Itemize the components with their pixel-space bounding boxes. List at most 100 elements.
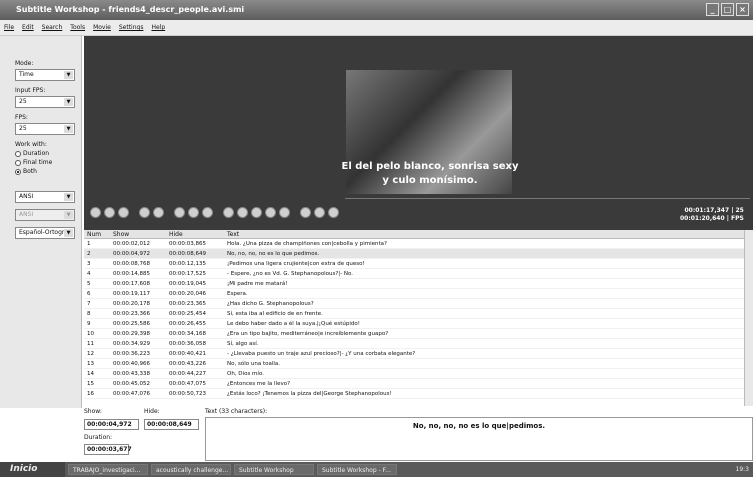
sync-button[interactable]: [279, 207, 290, 218]
play-button[interactable]: [104, 207, 115, 218]
radio-final-time[interactable]: Final time: [15, 159, 81, 166]
table-row[interactable]: 12 00:00:36,223 00:00:40,421 - ¿Llevaba pue…: [84, 349, 744, 359]
set-show-button[interactable]: [223, 207, 234, 218]
table-row[interactable]: 14 00:00:43,338 00:00:44,227 Oh, Dios mío.: [84, 369, 744, 379]
table-row[interactable]: 1 00:00:02,012 00:00:03,865 Hola. ¿Una pizz…: [84, 239, 744, 249]
table-cell: 00:00:20,046: [169, 291, 206, 297]
prev-frame-button[interactable]: [139, 207, 150, 218]
table-cell: 00:00:23,365: [169, 301, 206, 307]
table-row[interactable]: 16 00:00:47,076 00:00:50,723 ¿Estás loco? ¡…: [84, 389, 744, 399]
input-fps-value: 25: [19, 98, 27, 105]
show-time-input[interactable]: 00:00:04,972: [84, 419, 139, 430]
table-cell: 7: [87, 301, 91, 307]
seek-slider[interactable]: [345, 198, 750, 203]
table-row[interactable]: 6 00:00:19,117 00:00:20,046 Espera.: [84, 289, 744, 299]
table-cell: 1: [87, 241, 91, 247]
close-button[interactable]: ×: [736, 3, 749, 16]
maximize-button[interactable]: □: [721, 3, 734, 16]
charset-value-disabled: ANSI: [19, 211, 34, 218]
start-sub-button[interactable]: [251, 207, 262, 218]
table-cell: 00:00:17,525: [169, 271, 206, 277]
table-row[interactable]: 4 00:00:14,885 00:00:17,525 - Espere, ¿no e…: [84, 269, 744, 279]
duration-input[interactable]: 00:00:03,677: [84, 444, 132, 455]
table-row[interactable]: 11 00:00:34,929 00:00:36,058 Sí, algo así.: [84, 339, 744, 349]
table-cell: 15: [87, 381, 94, 387]
table-cell: 00:00:34,929: [113, 341, 150, 347]
table-cell: 00:00:36,058: [169, 341, 206, 347]
subtitle-line-2: y culo monísimo.: [382, 175, 478, 186]
subtitle-text-editor[interactable]: No, no, no, no es lo que|pedimos.: [205, 417, 753, 461]
col-text[interactable]: Text: [224, 230, 744, 238]
start-button[interactable]: Inicio: [0, 462, 65, 477]
radio-both[interactable]: Both: [15, 168, 81, 175]
table-cell: 00:00:03,865: [169, 241, 206, 247]
menu-movie[interactable]: Movie: [93, 20, 111, 35]
forward-button[interactable]: [202, 207, 213, 218]
table-cell: 6: [87, 291, 91, 297]
duration-label: Duration:: [84, 434, 113, 441]
table-cell: 00:00:04,972: [113, 251, 150, 257]
fps-select[interactable]: 25 ▼: [15, 123, 75, 135]
menu-file[interactable]: File: [4, 20, 14, 35]
table-cell: 00:00:29,398: [113, 331, 150, 337]
mode-select[interactable]: Time ▼: [15, 69, 75, 81]
menu-edit[interactable]: Edit: [22, 20, 34, 35]
col-num[interactable]: Num: [84, 230, 110, 238]
col-hide[interactable]: Hide: [166, 230, 224, 238]
table-cell: 3: [87, 261, 91, 267]
extra-button-1[interactable]: [300, 207, 311, 218]
fps-label: FPS:: [15, 114, 28, 121]
table-cell: 00:00:08,768: [113, 261, 150, 267]
table-cell: 5: [87, 281, 91, 287]
table-row[interactable]: 15 00:00:45,052 00:00:47,075 ¿Entonces me l…: [84, 379, 744, 389]
task-item-3[interactable]: Subtitle Workshop: [234, 464, 314, 475]
table-row[interactable]: 9 00:00:25,586 00:00:26,455 Le debo haber d…: [84, 319, 744, 329]
hide-time-input[interactable]: 00:00:08,649: [144, 419, 199, 430]
next-frame-button[interactable]: [153, 207, 164, 218]
table-cell: 4: [87, 271, 91, 277]
language-select[interactable]: Español-Ortogr ▼: [15, 227, 75, 239]
end-sub-button[interactable]: [265, 207, 276, 218]
taskbar: Inicio TRABAJO_investigaci... acoustical…: [0, 462, 753, 477]
minimize-button[interactable]: _: [706, 3, 719, 16]
table-cell: 16: [87, 391, 94, 397]
charset-select[interactable]: ANSI ▼: [15, 191, 75, 203]
menu-help[interactable]: Help: [151, 20, 165, 35]
menu-settings[interactable]: Settings: [119, 20, 144, 35]
stop-button[interactable]: [118, 207, 129, 218]
input-fps-select[interactable]: 25 ▼: [15, 96, 75, 108]
back-button[interactable]: [188, 207, 199, 218]
task-item-2[interactable]: acoustically challenge...: [151, 464, 231, 475]
extra-button-2[interactable]: [314, 207, 325, 218]
table-cell: 9: [87, 321, 91, 327]
table-cell: 8: [87, 311, 91, 317]
table-row[interactable]: 8 00:00:23,366 00:00:25,454 Sí, esta iba al…: [84, 309, 744, 319]
pause-button[interactable]: [90, 207, 101, 218]
radio-duration[interactable]: Duration: [15, 150, 81, 157]
table-cell: No, sólo una toalla.: [227, 361, 281, 367]
menu-search[interactable]: Search: [42, 20, 63, 35]
table-row[interactable]: 2 00:00:04,972 00:00:08,649 No, no, no, no …: [84, 249, 744, 259]
table-row[interactable]: 13 00:00:40,966 00:00:43,226 No, sólo una t…: [84, 359, 744, 369]
fps-display: 25: [735, 207, 744, 214]
table-cell: 00:00:20,178: [113, 301, 150, 307]
rewind-button[interactable]: [174, 207, 185, 218]
table-scrollbar[interactable]: [744, 230, 753, 406]
extra-button-3[interactable]: [328, 207, 339, 218]
table-cell: - ¿Llevaba puesto un traje azul precioso…: [227, 351, 416, 357]
table-cell: 00:00:23,366: [113, 311, 150, 317]
table-row[interactable]: 10 00:00:29,398 00:00:34,168 ¿Era un tipo b…: [84, 329, 744, 339]
table-row[interactable]: 5 00:00:17,608 00:00:19,045 ¡Mi padre me ma…: [84, 279, 744, 289]
hide-label: Hide:: [144, 408, 160, 415]
task-item-1[interactable]: TRABAJO_investigaci...: [68, 464, 148, 475]
set-hide-button[interactable]: [237, 207, 248, 218]
task-item-4[interactable]: Subtitle Workshop - F...: [317, 464, 397, 475]
table-row[interactable]: 3 00:00:08,768 00:00:12,135 ¡Pedimos una li…: [84, 259, 744, 269]
table-cell: 00:00:36,223: [113, 351, 150, 357]
menu-tools[interactable]: Tools: [70, 20, 85, 35]
table-cell: Sí, algo así.: [227, 341, 259, 347]
table-row[interactable]: 7 00:00:20,178 00:00:23,365 ¿Has dicho G. S…: [84, 299, 744, 309]
col-show[interactable]: Show: [110, 230, 166, 238]
table-header: Num Show Hide Text: [84, 230, 744, 239]
charset-value: ANSI: [19, 193, 34, 200]
